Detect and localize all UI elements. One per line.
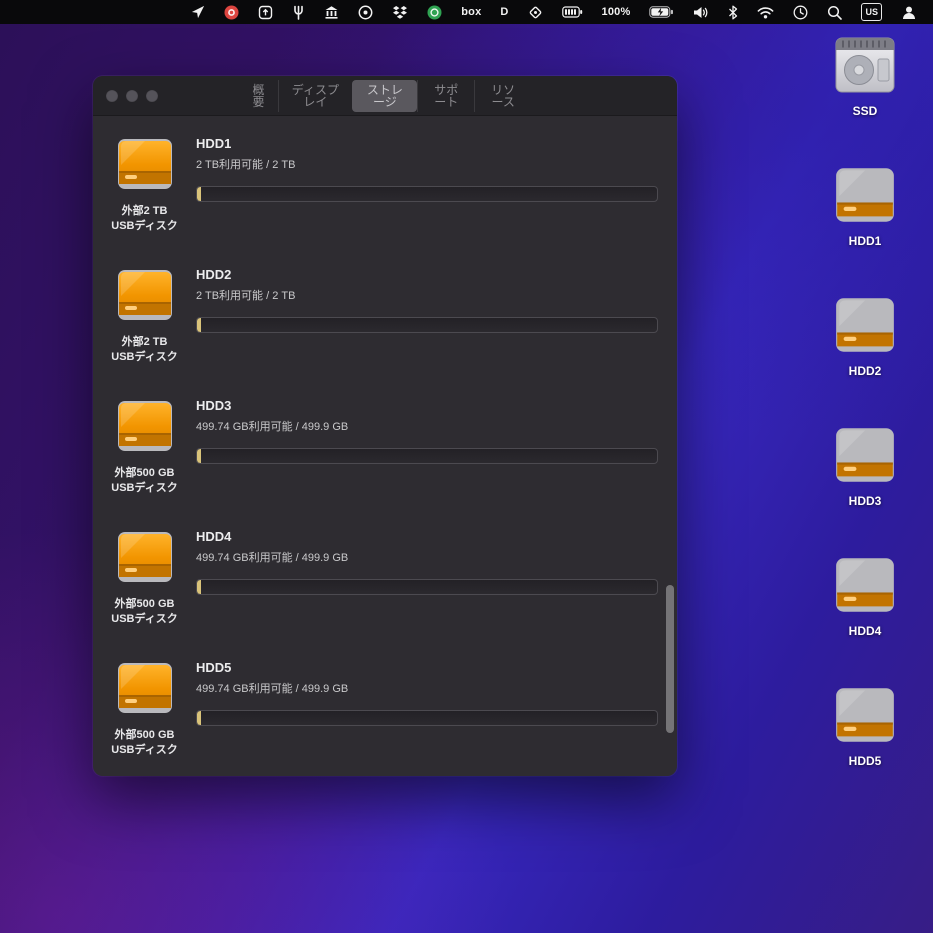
battery-meter-icon[interactable]	[562, 3, 583, 21]
tab-ディスプレイ[interactable]: ディスプレイ	[278, 80, 352, 112]
battery-charging-icon[interactable]	[649, 3, 674, 21]
green-app-icon[interactable]	[427, 3, 442, 21]
desktop-icon-label: HDD5	[849, 754, 882, 768]
drive-name: HDD5	[196, 660, 658, 675]
drive-row: 外部500 GB USBディスク HDD3 499.74 GB利用可能 / 49…	[93, 394, 677, 525]
red-app-icon[interactable]	[224, 3, 239, 21]
storage-usage-bar	[196, 186, 658, 202]
traffic-lights	[93, 90, 158, 102]
desktop-icon-label: HDD2	[849, 364, 882, 378]
storage-usage-bar	[196, 579, 658, 595]
external-drive-icon	[116, 138, 174, 195]
drive-device-label: 外部2 TB USBディスク	[111, 204, 177, 234]
storage-used-fill	[197, 187, 201, 201]
desktop-icon-hdd4[interactable]: HDD4	[834, 557, 896, 638]
drive-device-label: 外部500 GB USBディスク	[111, 466, 177, 496]
tab-label: サポート	[434, 83, 458, 109]
hdd-icon	[834, 687, 896, 748]
drive-name: HDD3	[196, 398, 658, 413]
tab-label: ディスプレイ	[292, 83, 339, 109]
hdd-icon	[834, 427, 896, 488]
drive-row: 外部2 TB USBディスク HDD1 2 TB利用可能 / 2 TB	[93, 132, 677, 263]
storage-usage-bar	[196, 317, 658, 333]
minimize-button[interactable]	[126, 90, 138, 102]
zoom-button[interactable]	[146, 90, 158, 102]
dropbox-icon[interactable]	[392, 3, 408, 21]
battery-percent-text[interactable]: 100%	[602, 3, 631, 21]
d-app-logo[interactable]: D	[500, 3, 508, 21]
storage-used-fill	[197, 449, 201, 463]
storage-used-fill	[197, 711, 201, 725]
window-titlebar[interactable]: 概要 ディスプレイ ストレージ サポート リソース	[93, 76, 677, 116]
external-drive-icon	[116, 400, 174, 457]
desktop-icon-ssd[interactable]: SSD	[834, 37, 896, 118]
drive-capacity: 2 TB利用可能 / 2 TB	[196, 287, 658, 303]
tab-label: リソース	[491, 83, 515, 109]
desktop-icon-hdd2[interactable]: HDD2	[834, 297, 896, 378]
drive-capacity: 499.74 GB利用可能 / 499.9 GB	[196, 418, 658, 434]
drive-capacity: 499.74 GB利用可能 / 499.9 GB	[196, 680, 658, 696]
tab-サポート[interactable]: サポート	[417, 80, 474, 112]
volume-icon[interactable]	[693, 3, 709, 21]
desktop-icon-hdd3[interactable]: HDD3	[834, 427, 896, 508]
drive-row: 外部2 TB USBディスク HDD2 2 TB利用可能 / 2 TB	[93, 263, 677, 394]
menu-bar: box D 100% US	[0, 0, 933, 24]
box-logo[interactable]: box	[461, 3, 481, 21]
tab-ストレージ[interactable]: ストレージ	[352, 80, 417, 112]
fork-utility-icon[interactable]	[292, 3, 305, 21]
tab-label: ストレージ	[367, 83, 403, 109]
drive-row: 外部500 GB USBディスク HDD5 499.74 GB利用可能 / 49…	[93, 656, 677, 776]
drive-name: HDD4	[196, 529, 658, 544]
tab-リソース[interactable]: リソース	[474, 80, 531, 112]
wifi-icon[interactable]	[757, 3, 774, 21]
circle-app-icon[interactable]	[358, 3, 373, 21]
drive-device-label: 外部500 GB USBディスク	[111, 597, 177, 627]
scrollbar-thumb[interactable]	[666, 585, 674, 733]
desktop-icon-label: HDD1	[849, 234, 882, 248]
desktop-icon-label: SSD	[853, 104, 878, 118]
drive-row: 外部500 GB USBディスク HDD4 499.74 GB利用可能 / 49…	[93, 525, 677, 656]
close-button[interactable]	[106, 90, 118, 102]
upload-app-icon[interactable]	[258, 3, 273, 21]
input-source-badge[interactable]: US	[861, 3, 882, 21]
drive-capacity: 2 TB利用可能 / 2 TB	[196, 156, 658, 172]
diamond-shield-icon[interactable]	[528, 3, 543, 21]
fast-user-switch-icon[interactable]	[901, 3, 917, 21]
location-icon[interactable]	[191, 3, 205, 21]
desktop-icon-hdd1[interactable]: HDD1	[834, 167, 896, 248]
external-drive-icon	[116, 662, 174, 719]
drive-device-label: 外部2 TB USBディスク	[111, 335, 177, 365]
drive-device-label: 外部500 GB USBディスク	[111, 728, 177, 758]
clock-icon[interactable]	[793, 3, 808, 21]
hdd-icon	[834, 167, 896, 228]
spotlight-search-icon[interactable]	[827, 3, 842, 21]
window-tabs: 概要 ディスプレイ ストレージ サポート リソース	[239, 80, 531, 112]
hdd-icon	[834, 297, 896, 358]
drive-name: HDD2	[196, 267, 658, 282]
drive-list: 外部2 TB USBディスク HDD1 2 TB利用可能 / 2 TB	[93, 132, 677, 776]
storage-usage-bar	[196, 448, 658, 464]
drive-capacity: 499.74 GB利用可能 / 499.9 GB	[196, 549, 658, 565]
drive-name: HDD1	[196, 136, 658, 151]
ssd-icon	[834, 37, 896, 98]
hdd-icon	[834, 557, 896, 618]
desktop-icon-hdd5[interactable]: HDD5	[834, 687, 896, 768]
desktop-icon-label: HDD4	[849, 624, 882, 638]
desktop-icon-label: HDD3	[849, 494, 882, 508]
storage-usage-bar	[196, 710, 658, 726]
external-drive-icon	[116, 269, 174, 326]
storage-panel: 外部2 TB USBディスク HDD1 2 TB利用可能 / 2 TB	[93, 116, 677, 775]
storage-used-fill	[197, 318, 201, 332]
tab-概要[interactable]: 概要	[239, 80, 278, 112]
bluetooth-icon[interactable]	[728, 3, 738, 21]
desktop-icons: SSD	[819, 37, 911, 768]
about-window: 概要 ディスプレイ ストレージ サポート リソース	[93, 76, 677, 776]
external-drive-icon	[116, 531, 174, 588]
storage-used-fill	[197, 580, 201, 594]
bank-app-icon[interactable]	[324, 3, 339, 21]
tab-label: 概要	[253, 83, 265, 109]
